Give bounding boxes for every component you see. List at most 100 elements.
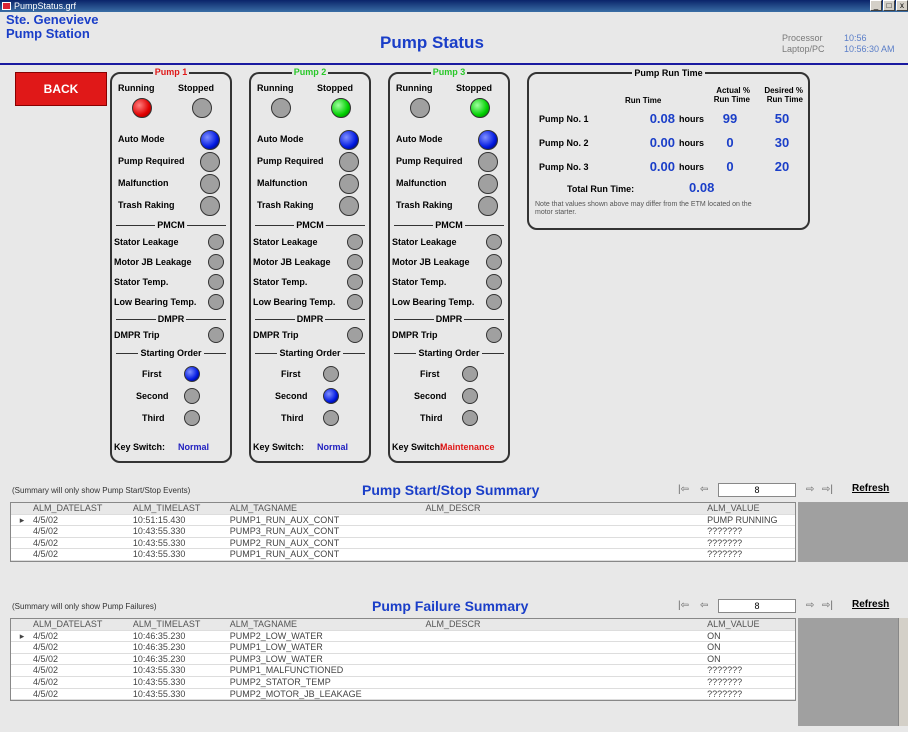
trash-indicator: [478, 196, 498, 216]
column-header[interactable]: ALM_TIMELAST: [133, 619, 230, 630]
second-label: Second: [414, 391, 447, 401]
table-cell: [425, 689, 707, 700]
table-cell: 10:46:35.230: [132, 653, 186, 664]
motor-leak-indicator: [347, 254, 363, 270]
running-label: Running: [396, 83, 433, 93]
auto-label: Auto Mode: [118, 134, 165, 144]
table-cell: 10:43:55.330: [132, 549, 186, 560]
malfunction-indicator: [339, 174, 359, 194]
next-page-icon[interactable]: ⇨: [806, 484, 814, 495]
title-bar: PumpStatus.grf _ □ x: [0, 0, 908, 12]
first-indicator: [323, 366, 339, 382]
run-time-value: 0.08: [649, 111, 675, 126]
last-page-icon[interactable]: ⇨|: [822, 600, 833, 611]
failure-table[interactable]: ALM_DATELAST ALM_TIMELAST ALM_TAGNAME ALM_D…: [10, 618, 796, 702]
table-cell: ???????: [707, 549, 743, 560]
column-header[interactable]: ALM_DESCR: [425, 619, 707, 630]
table-cell: 4/5/02: [32, 688, 58, 699]
third-label: Third: [420, 413, 443, 423]
prev-page-icon[interactable]: ⇦: [700, 484, 708, 495]
col-actual: Actual % Run Time: [713, 86, 750, 104]
low-bearing-label: Low Bearing Temp.: [114, 297, 197, 307]
stator-leak-indicator: [347, 234, 363, 250]
table-row[interactable]: 4/5/02 10:43:55.330 PUMP1_RUN_AUX_CONT????…: [11, 549, 795, 561]
first-page-icon[interactable]: |⇦: [678, 484, 689, 495]
last-page-icon[interactable]: ⇨|: [822, 484, 833, 495]
next-page-icon[interactable]: ⇨: [806, 600, 814, 611]
failure-note: (Summary will only show Pump Failures): [12, 602, 157, 611]
second-indicator: [184, 388, 200, 404]
vertical-scrollbar[interactable]: [898, 618, 908, 726]
failure-refresh-button[interactable]: Refresh: [852, 599, 889, 610]
run-time-unit: hours: [679, 114, 705, 124]
row-selector-icon: [11, 526, 33, 537]
laptop-value: 10:56:30 AM: [844, 44, 895, 54]
back-button[interactable]: BACK: [15, 72, 107, 106]
table-row[interactable]: 4/5/02 10:43:55.330 PUMP2_RUN_AUX_CONT????…: [11, 538, 795, 550]
stator-temp-indicator: [347, 274, 363, 290]
column-header[interactable]: ALM_VALUE: [707, 619, 795, 630]
third-indicator: [462, 410, 478, 426]
first-indicator: [462, 366, 478, 382]
table-cell: [425, 631, 707, 642]
table-cell: PUMP2_LOW_WATER: [229, 630, 323, 641]
dmpr-trip-indicator: [486, 327, 502, 343]
failure-count[interactable]: 8: [718, 599, 796, 613]
stopped-label: Stopped: [456, 83, 492, 93]
column-header[interactable]: ALM_DESCR: [425, 503, 707, 514]
first-page-icon[interactable]: |⇦: [678, 600, 689, 611]
station-line1: Ste. Genevieve: [6, 12, 99, 27]
pump-panel-1: Pump 1 Running Stopped Auto Mode Pump Requir…: [110, 67, 232, 463]
table-row[interactable]: ▸ 4/5/02 10:46:35.230 PUMP2_LOW_WATER ON: [11, 631, 795, 643]
run-time-value: 0.00: [649, 135, 675, 150]
column-header[interactable]: ALM_DATELAST: [33, 503, 133, 514]
stopped-indicator: [331, 98, 351, 118]
table-cell: 10:43:55.330: [132, 665, 186, 676]
dmpr-header: DMPR: [433, 314, 465, 324]
table-row[interactable]: 4/5/02 10:43:55.330 PUMP3_RUN_AUX_CONT????…: [11, 526, 795, 538]
table-row[interactable]: 4/5/02 10:43:55.330 PUMP2_STATOR_TEMP?????…: [11, 677, 795, 689]
table-row[interactable]: ▸ 4/5/02 10:51:15.430 PUMP1_RUN_AUX_CONT PUM…: [11, 515, 795, 527]
minimize-button[interactable]: _: [870, 0, 882, 11]
table-header: ALM_DATELAST ALM_TIMELAST ALM_TAGNAME ALM_D…: [11, 619, 795, 631]
pump-title: Pump 3: [430, 67, 468, 77]
page-title: Pump Status: [380, 33, 484, 52]
table-cell: PUMP3_LOW_WATER: [229, 653, 323, 664]
pump-run-time-panel: Pump Run Time Run Time Actual % Run Time…: [527, 68, 810, 230]
column-header[interactable]: ALM_TAGNAME: [230, 503, 426, 514]
table-cell: 4/5/02: [32, 676, 58, 687]
table-row[interactable]: 4/5/02 10:43:55.330 PUMP1_MALFUNCTIONED???…: [11, 665, 795, 677]
start-stop-table[interactable]: ALM_DATELAST ALM_TIMELAST ALM_TAGNAME ALM_D…: [10, 502, 796, 562]
table-cell: [425, 515, 707, 526]
stator-temp-label: Stator Temp.: [114, 277, 169, 287]
close-button[interactable]: x: [896, 0, 908, 11]
maximize-button[interactable]: □: [883, 0, 895, 11]
table-cell: 10:51:15.430: [132, 514, 186, 525]
start-stop-refresh-button[interactable]: Refresh: [852, 483, 889, 494]
table-cell: 4/5/02: [32, 653, 58, 664]
column-header[interactable]: ALM_TAGNAME: [230, 619, 426, 630]
dmpr-trip-label: DMPR Trip: [253, 330, 299, 340]
pump-title: Pump 1: [152, 67, 190, 77]
key-switch-label: Key Switch:: [114, 442, 166, 452]
column-header[interactable]: ALM_DATELAST: [33, 619, 133, 630]
column-header[interactable]: ALM_VALUE: [707, 503, 795, 514]
table-cell: [425, 549, 707, 560]
table-cell: 4/5/02: [32, 526, 58, 537]
dmpr-trip-indicator: [208, 327, 224, 343]
pmcm-header: PMCM: [155, 220, 187, 230]
table-cell: 4/5/02: [32, 665, 58, 676]
table-cell: PUMP RUNNING: [707, 514, 778, 525]
table-row[interactable]: 4/5/02 10:46:35.230 PUMP3_LOW_WATER ON: [11, 654, 795, 666]
starting-order-header: Starting Order: [416, 348, 482, 358]
stator-leak-indicator: [486, 234, 502, 250]
prev-page-icon[interactable]: ⇦: [700, 600, 708, 611]
table-row[interactable]: 4/5/02 10:46:35.230 PUMP1_LOW_WATER ON: [11, 642, 795, 654]
dmpr-header: DMPR: [155, 314, 187, 324]
third-label: Third: [281, 413, 304, 423]
running-label: Running: [257, 83, 294, 93]
start-stop-count[interactable]: 8: [718, 483, 796, 497]
table-cell: PUMP2_MOTOR_JB_LEAKAGE: [229, 688, 362, 699]
table-row[interactable]: 4/5/02 10:43:55.330 PUMP2_MOTOR_JB_LEAKAGE…: [11, 689, 795, 701]
column-header[interactable]: ALM_TIMELAST: [133, 503, 230, 514]
